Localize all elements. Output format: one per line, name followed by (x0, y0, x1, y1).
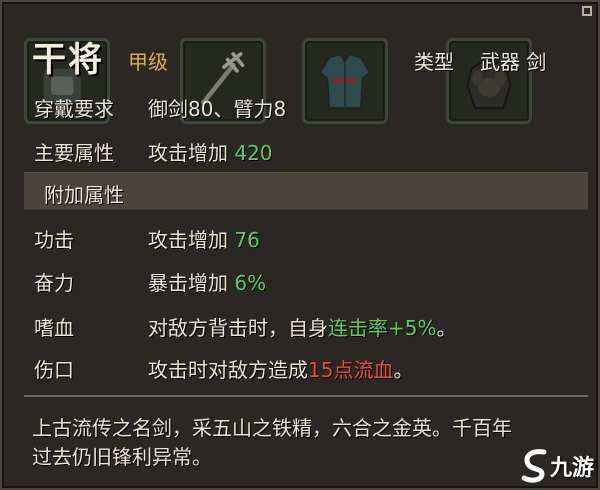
extra-attribute-number: 6% (234, 271, 267, 295)
watermark-text: 九游 (550, 456, 595, 481)
main-attribute-text: 攻击增加 (148, 141, 228, 165)
extra-attribute-highlight: 连击率+5% (328, 316, 437, 340)
extra-attribute-label: 奋力 (34, 271, 74, 295)
jiuyou-watermark: 九游 (518, 442, 598, 488)
description-line: 过去仍旧锋利异常。 (32, 445, 212, 469)
extra-attribute-value: 攻击时对敌方造成15点流血。 (148, 354, 413, 383)
extra-attribute-row: 奋力 暴击增加 6% (2, 267, 600, 297)
extra-attribute-value: 攻击增加 76 (148, 224, 260, 253)
extra-attribute-number: 76 (234, 228, 260, 252)
item-description: 上古流传之名剑，采五山之铁精，六合之金英。千百年 过去仍旧锋利异常。 (32, 414, 572, 472)
extra-attribute-row: 功击 攻击增加 76 (2, 224, 600, 254)
extra-attribute-suffix: 。 (436, 316, 457, 340)
extra-attributes-header: 附加属性 (24, 172, 588, 210)
item-name: 干将 (32, 40, 104, 80)
extra-attribute-value: 暴击增加 6% (148, 267, 266, 296)
extra-attribute-row: 嗜血 对敌方背击时，自身连击率+5%。 (2, 312, 600, 342)
main-attribute-row: 主要属性 攻击增加 420 (2, 137, 600, 167)
requirements-row: 穿戴要求 御剑80、臂力8 (2, 93, 600, 123)
extra-attribute-text: 攻击增加 (148, 228, 228, 252)
extra-attribute-label: 嗜血 (34, 316, 74, 340)
extra-attribute-highlight: 15点流血 (308, 358, 394, 382)
item-tooltip-panel: 干将 甲级 类型 武器 剑 穿戴要求 御剑80、臂力8 主要属性 攻击增加 42… (0, 0, 600, 490)
jiuyou-logo-icon (521, 449, 547, 483)
extra-attribute-value: 对敌方背击时，自身连击率+5%。 (148, 312, 457, 341)
extra-attribute-suffix: 。 (393, 358, 414, 382)
requirements-value: 御剑80、臂力8 (148, 97, 287, 121)
extra-attribute-row: 伤口 攻击时对敌方造成15点流血。 (2, 354, 600, 384)
main-attribute-value: 攻击增加 420 (148, 137, 273, 166)
requirements-label: 穿戴要求 (34, 97, 114, 121)
description-divider (24, 395, 588, 397)
extra-attribute-label: 伤口 (34, 358, 74, 382)
extra-attribute-text: 暴击增加 (148, 271, 228, 295)
main-attribute-number: 420 (234, 141, 273, 165)
item-type-label: 类型 (414, 50, 454, 74)
corner-close-icon[interactable] (582, 6, 592, 16)
extra-attributes-title: 附加属性 (44, 183, 124, 207)
extra-attribute-text: 攻击时对敌方造成 (148, 358, 308, 382)
extra-attribute-label: 功击 (34, 228, 74, 252)
extra-attribute-text: 对敌方背击时，自身 (148, 316, 328, 340)
description-line: 上古流传之名剑，采五山之铁精，六合之金英。千百年 (32, 416, 512, 440)
item-type-value: 武器 剑 (480, 50, 547, 74)
item-grade: 甲级 (128, 50, 168, 74)
main-attribute-label: 主要属性 (34, 141, 114, 165)
